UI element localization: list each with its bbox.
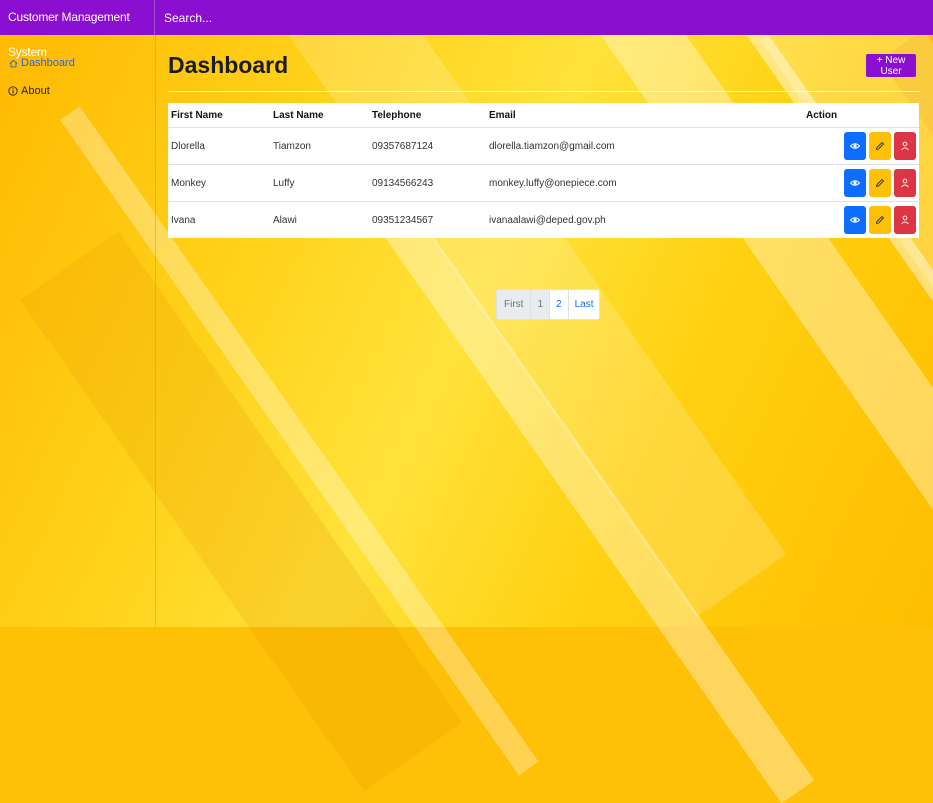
- table-row: Ivana Alawi 09351234567 ivanaalawi@deped…: [168, 202, 919, 239]
- cell-first-name: Dlorella: [168, 127, 270, 165]
- pencil-icon: [875, 215, 885, 225]
- cell-actions: [803, 127, 919, 165]
- column-header-action: Action: [803, 103, 919, 128]
- delete-button[interactable]: [894, 132, 916, 160]
- info-icon: [8, 86, 18, 96]
- page-title: Dashboard: [168, 52, 289, 78]
- column-header-email: Email: [486, 103, 803, 128]
- app-brand[interactable]: Customer Management System: [0, 0, 155, 59]
- column-header-telephone: Telephone: [369, 103, 486, 128]
- user-delete-icon: [901, 141, 909, 151]
- delete-button[interactable]: [894, 206, 916, 234]
- top-navbar: Customer Management System: [0, 0, 933, 59]
- view-button[interactable]: [844, 132, 866, 160]
- table-row: Monkey Luffy 09134566243 monkey.luffy@on…: [168, 164, 919, 202]
- pencil-icon: [875, 178, 885, 188]
- cell-first-name: Monkey: [168, 164, 270, 202]
- edit-button[interactable]: [869, 206, 891, 234]
- users-table: First Name Last Name Telephone Email Act…: [168, 103, 919, 238]
- pagination: First 1 2 Last: [496, 289, 601, 320]
- cell-last-name: Alawi: [273, 214, 297, 226]
- table-header-row: First Name Last Name Telephone Email Act…: [168, 103, 919, 128]
- divider: [168, 91, 920, 92]
- sidebar: Dashboard About: [0, 35, 156, 627]
- eye-icon: [850, 217, 860, 223]
- search-input[interactable]: [155, 0, 933, 36]
- cell-telephone: 09357687124: [369, 127, 486, 165]
- column-header-first-name: First Name: [168, 103, 270, 128]
- edit-button[interactable]: [869, 132, 891, 160]
- page-first[interactable]: First: [497, 290, 532, 319]
- new-user-button[interactable]: + New User: [866, 54, 916, 77]
- sidebar-item-about[interactable]: About: [0, 82, 155, 100]
- cell-telephone: 09134566243: [369, 164, 486, 202]
- pencil-icon: [875, 141, 885, 151]
- cell-actions: [803, 202, 919, 239]
- eye-icon: [850, 180, 860, 186]
- page-2[interactable]: 2: [550, 290, 569, 319]
- delete-button[interactable]: [894, 169, 916, 197]
- table-row: Dlorella Tiamzon 09357687124 dlorella.ti…: [168, 127, 919, 165]
- view-button[interactable]: [844, 206, 866, 234]
- eye-icon: [850, 143, 860, 149]
- page-1[interactable]: 1: [531, 290, 551, 319]
- view-button[interactable]: [844, 169, 866, 197]
- cell-email: monkey.luffy@onepiece.com: [486, 164, 803, 202]
- page-last[interactable]: Last: [568, 290, 600, 319]
- user-delete-icon: [901, 178, 909, 188]
- sidebar-item-label: About: [21, 85, 50, 97]
- cell-email: dlorella.tiamzon@gmail.com: [486, 127, 803, 165]
- cell-first-name: Ivana: [171, 214, 196, 226]
- column-header-last-name: Last Name: [270, 103, 369, 128]
- cell-last-name: Tiamzon: [270, 127, 369, 165]
- cell-actions: [803, 164, 919, 202]
- edit-button[interactable]: [869, 169, 891, 197]
- cell-telephone: 09351234567: [372, 214, 434, 226]
- cell-last-name: Luffy: [270, 164, 369, 202]
- user-delete-icon: [901, 215, 909, 225]
- cell-email: ivanaalawi@deped.gov.ph: [489, 214, 606, 226]
